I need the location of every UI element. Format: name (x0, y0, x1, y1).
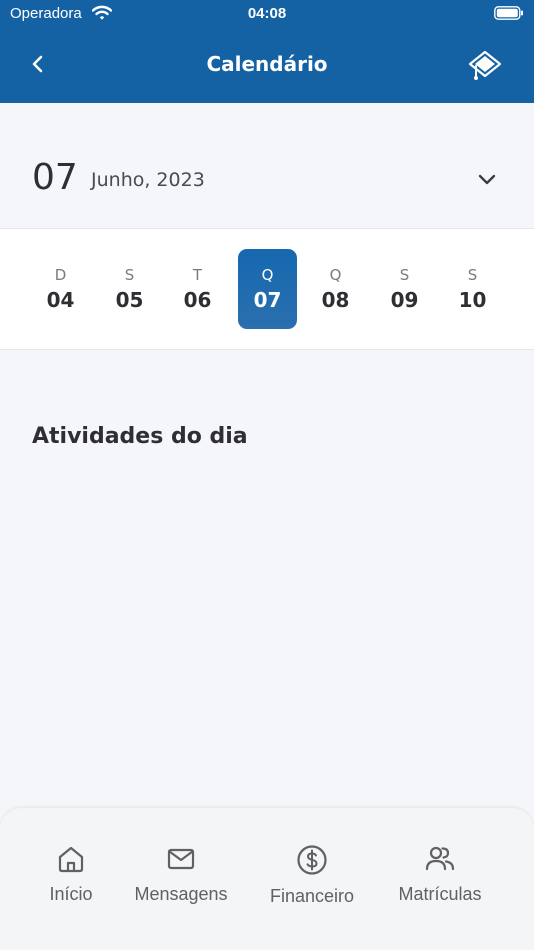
mail-icon (167, 848, 195, 870)
day-number: 06 (183, 288, 212, 312)
day-cell-08[interactable]: Q 08 (306, 249, 365, 329)
day-cell-06[interactable]: T 06 (168, 249, 227, 329)
tab-label: Início (49, 884, 93, 904)
day-cell-10[interactable]: S 10 (443, 249, 502, 329)
graduation-cap-logo-icon (468, 50, 502, 80)
day-number: 10 (458, 288, 487, 312)
tab-label: Matrículas (398, 884, 482, 904)
day-cell-05[interactable]: S 05 (100, 249, 159, 329)
tab-financeiro[interactable]: Financeiro (264, 844, 360, 924)
tab-matriculas[interactable]: Matrículas (390, 844, 490, 924)
selected-day-number: 07 (32, 157, 78, 198)
month-year-label: Junho, 2023 (91, 169, 205, 191)
status-time: 04:08 (247, 5, 287, 22)
battery-icon (494, 6, 523, 20)
home-icon (58, 846, 84, 873)
expand-calendar-button[interactable] (474, 167, 500, 193)
tab-label: Mensagens (134, 884, 228, 904)
chevron-down-icon (478, 174, 496, 185)
dollar-icon (297, 845, 327, 875)
tab-label: Financeiro (269, 886, 355, 906)
day-cell-09[interactable]: S 09 (375, 249, 434, 329)
day-number: 04 (46, 288, 75, 312)
day-number: 08 (321, 288, 350, 312)
activities-title: Atividades do dia (32, 424, 248, 449)
day-cell-07-selected[interactable]: Q 07 (238, 249, 297, 329)
weekday-label: T (192, 266, 203, 284)
bottom-tab-bar: Início Mensagens Financeiro Matrículas (0, 808, 534, 950)
weekday-label: S (467, 266, 478, 284)
day-number: 07 (253, 288, 282, 312)
tab-inicio[interactable]: Início (36, 844, 106, 924)
users-icon (425, 846, 455, 871)
page-title: Calendário (206, 52, 328, 76)
day-number: 09 (390, 288, 419, 312)
weekday-label: D (54, 266, 67, 284)
date-header: 07 Junho, 2023 (0, 103, 534, 228)
weekday-label: Q (329, 266, 342, 284)
status-bar: Operadora 04:08 (0, 0, 534, 28)
weekday-label: S (124, 266, 135, 284)
week-strip: D 04 S 05 T 06 Q 07 Q 08 S 09 S 10 (0, 228, 534, 350)
header-bar: Operadora 04:08 Calendário (0, 0, 534, 103)
day-number: 05 (115, 288, 144, 312)
weekday-label: Q (261, 266, 274, 284)
day-cell-04[interactable]: D 04 (31, 249, 90, 329)
weekday-label: S (399, 266, 410, 284)
tab-mensagens[interactable]: Mensagens (128, 844, 234, 924)
